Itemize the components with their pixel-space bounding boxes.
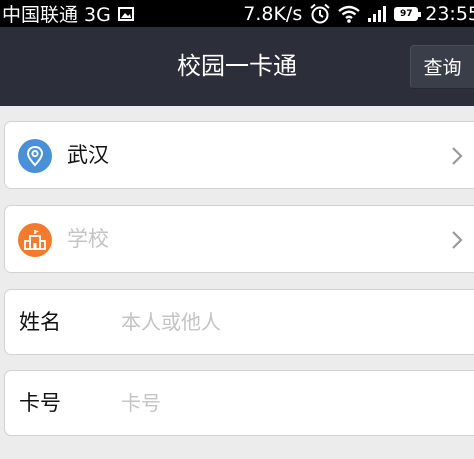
status-right: 7.8K/s 97 23:55 bbox=[243, 3, 474, 25]
title-bar: 校园一卡通 查询 bbox=[0, 27, 474, 106]
wifi-icon bbox=[338, 5, 360, 23]
card-number-input[interactable] bbox=[121, 385, 461, 421]
city-value: 武汉 bbox=[67, 143, 109, 167]
network-speed: 7.8K/s bbox=[243, 2, 303, 25]
battery-icon: 97 bbox=[394, 6, 422, 21]
school-building-icon bbox=[18, 223, 52, 257]
battery-level: 97 bbox=[399, 8, 413, 19]
name-label: 姓名 bbox=[19, 310, 61, 334]
query-button[interactable]: 查询 bbox=[410, 45, 474, 89]
name-row: 姓名 bbox=[4, 289, 474, 355]
chevron-right-icon bbox=[452, 147, 463, 165]
card-number-label: 卡号 bbox=[19, 391, 61, 415]
signal-icon bbox=[368, 6, 387, 22]
clock: 23:55 bbox=[425, 2, 474, 25]
page-title: 校园一卡通 bbox=[177, 52, 297, 80]
carrier-label: 中国联通 3G bbox=[2, 4, 111, 26]
status-left: 中国联通 3G bbox=[2, 0, 134, 27]
chevron-right-icon bbox=[452, 231, 463, 249]
location-pin-icon bbox=[18, 139, 52, 173]
alarm-icon bbox=[310, 3, 330, 23]
city-selector[interactable]: 武汉 bbox=[4, 121, 474, 189]
school-placeholder: 学校 bbox=[67, 227, 109, 251]
card-number-row: 卡号 bbox=[4, 370, 474, 436]
name-input[interactable] bbox=[121, 304, 461, 340]
school-selector[interactable]: 学校 bbox=[4, 205, 474, 273]
status-bar: 中国联通 3G 7.8K/s 97 23:55 bbox=[0, 0, 474, 27]
image-icon bbox=[117, 6, 134, 21]
